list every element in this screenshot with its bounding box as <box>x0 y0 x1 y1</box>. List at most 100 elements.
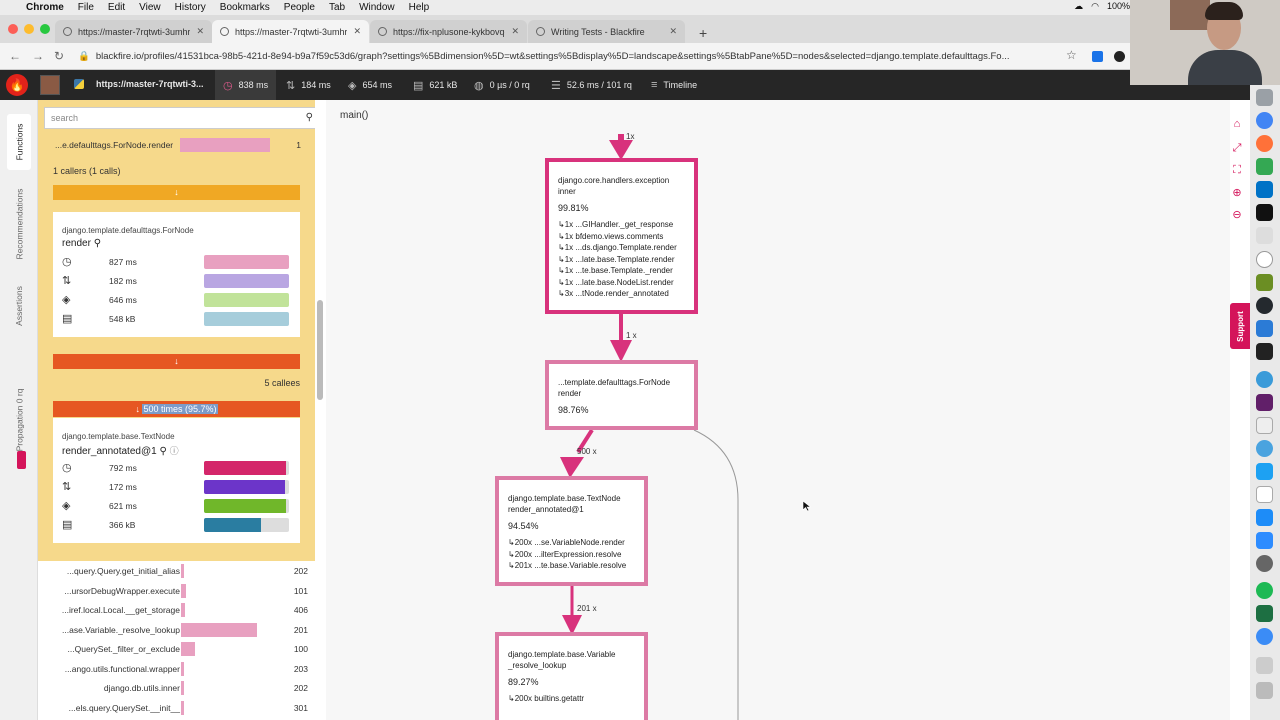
cloud-icon[interactable]: ☁ <box>1074 1 1083 12</box>
home-icon[interactable]: ⌂ <box>1230 118 1244 130</box>
slack-app-icon[interactable] <box>1256 394 1273 411</box>
caller-card[interactable]: django.template.defaulttags.ForNode rend… <box>53 212 300 337</box>
app-icon[interactable] <box>1256 274 1273 291</box>
app-icon[interactable] <box>1256 204 1273 221</box>
callee-card[interactable]: django.template.base.TextNode render_ann… <box>53 418 300 543</box>
graph-node[interactable]: django.template.base.Variable _resolve_l… <box>495 632 648 720</box>
graph-node-selected[interactable]: ...template.defaulttags.ForNode render 9… <box>545 360 698 430</box>
browser-tab[interactable]: Writing Tests - Blackfire ✕ <box>528 20 685 43</box>
outlook-app-icon[interactable] <box>1256 181 1273 198</box>
url-field[interactable]: 🔒 blackfire.io/profiles/41531bca-98b5-42… <box>78 47 1088 66</box>
search-icon[interactable]: ⚲ <box>94 238 101 249</box>
close-tab-icon[interactable]: ✕ <box>353 26 361 37</box>
selected-function-row[interactable]: ...e.defaulttags.ForNode.render 1 <box>44 137 315 153</box>
callee-function[interactable]: render_annotated@1 ⚲ ⓘ <box>62 444 179 457</box>
minimize-window-button[interactable] <box>24 24 34 34</box>
caller-function[interactable]: render ⚲ <box>62 238 101 249</box>
menu-history[interactable]: History <box>175 2 206 13</box>
info-icon[interactable]: ⓘ <box>170 446 179 456</box>
function-row[interactable]: ...QuerySet._filter_or_exclude 100 <box>38 641 308 658</box>
function-row[interactable]: ...ursorDebugWrapper.execute 101 <box>38 583 308 600</box>
finder-app-icon[interactable] <box>1256 89 1273 106</box>
menu-file[interactable]: File <box>78 2 94 13</box>
terminal-app-icon[interactable] <box>1256 343 1273 360</box>
tab-functions[interactable]: Functions <box>7 114 31 170</box>
metric-wall-time[interactable]: ◷ 838 ms <box>215 70 277 100</box>
menu-people[interactable]: People <box>284 2 315 13</box>
menu-app[interactable]: Chrome <box>26 2 64 13</box>
browser-tab-active[interactable]: https://master-7rqtwti-3umhr ✕ <box>212 20 369 43</box>
menu-tab[interactable]: Tab <box>329 2 345 13</box>
tab-assertions[interactable]: Assertions <box>7 278 31 334</box>
search-icon[interactable]: ⚲ <box>306 112 313 123</box>
function-row[interactable]: ...ase.Variable._resolve_lookup 201 <box>38 622 308 639</box>
metric-memory[interactable]: ▤ 621 kB <box>405 70 465 100</box>
app-icon[interactable] <box>1256 251 1273 268</box>
function-row[interactable]: ...iref.local.Local.__get_storage 406 <box>38 602 308 619</box>
zoom-out-icon[interactable]: ⊖ <box>1230 208 1244 221</box>
zoom-window-button[interactable] <box>40 24 50 34</box>
caller-arrow[interactable]: ↓ <box>53 185 300 200</box>
avatar[interactable] <box>40 75 60 95</box>
close-tab-icon[interactable]: ✕ <box>196 26 204 37</box>
new-tab-icon[interactable]: + <box>699 25 707 41</box>
forward-icon[interactable]: → <box>32 49 44 63</box>
search-icon[interactable]: ⚲ <box>159 446 166 457</box>
extension-icon[interactable] <box>1114 51 1125 62</box>
close-tab-icon[interactable]: ✕ <box>511 26 519 37</box>
metric-network[interactable]: ◍ 0 µs / 0 rq <box>466 70 538 100</box>
back-icon[interactable]: ← <box>9 49 21 63</box>
spotify-app-icon[interactable] <box>1256 582 1273 599</box>
zoom-app-icon[interactable] <box>1256 532 1273 549</box>
github-app-icon[interactable] <box>1256 297 1273 314</box>
bookmark-star-icon[interactable]: ☆ <box>1066 48 1077 62</box>
close-window-button[interactable] <box>8 24 18 34</box>
browser-tab[interactable]: https://master-7rqtwti-3umhr ✕ <box>55 20 212 43</box>
zoom-in-icon[interactable]: ⊕ <box>1230 186 1244 199</box>
call-graph[interactable]: main() 1x django.core.handlers.exception… <box>326 100 1230 720</box>
search-input[interactable]: search ⚲ <box>44 107 315 129</box>
reload-icon[interactable]: ↻ <box>54 49 64 63</box>
app-icon[interactable] <box>1256 417 1273 434</box>
app-icon[interactable] <box>1256 555 1273 572</box>
support-button[interactable]: Support <box>1230 303 1250 349</box>
function-row[interactable]: ...els.query.QuerySet.__init__ 301 <box>38 700 308 717</box>
metric-cpu[interactable]: ◈ 654 ms <box>340 70 400 100</box>
vscode-app-icon[interactable] <box>1256 320 1273 337</box>
menu-edit[interactable]: Edit <box>108 2 125 13</box>
graph-node[interactable]: django.core.handlers.exception inner 99.… <box>545 158 698 314</box>
function-row[interactable]: django.db.utils.inner 202 <box>38 680 308 697</box>
twitter-app-icon[interactable] <box>1256 463 1273 480</box>
function-row[interactable]: ...query.Query.get_initial_alias 202 <box>38 563 308 580</box>
menu-help[interactable]: Help <box>409 2 430 13</box>
menu-window[interactable]: Window <box>359 2 395 13</box>
app-icon[interactable] <box>1256 158 1273 175</box>
profile-title[interactable]: https://master-7rqtwti-3... <box>96 79 204 89</box>
metric-io[interactable]: ⇅ 184 ms <box>278 70 339 100</box>
expand-icon[interactable]: ⤢ <box>1230 142 1244 155</box>
browser-tab[interactable]: https://fix-nplusone-kykbovq- ✕ <box>370 20 527 43</box>
wifi-icon[interactable]: ◠ <box>1091 1 1099 12</box>
battery-level[interactable]: 100% <box>1107 1 1130 12</box>
tab-recommendations[interactable]: Recommendations <box>7 178 31 270</box>
firefox-app-icon[interactable] <box>1256 135 1273 152</box>
excel-app-icon[interactable] <box>1256 605 1273 622</box>
graph-node[interactable]: django.template.base.TextNode render_ann… <box>495 476 648 586</box>
trash-icon[interactable] <box>1256 682 1273 699</box>
calendar-app-icon[interactable] <box>1256 486 1273 503</box>
app-store-icon[interactable] <box>1256 509 1273 526</box>
callee-times-bar[interactable]: ↓ 500 times (95.7%) <box>53 401 300 417</box>
skype-app-icon[interactable] <box>1256 371 1273 388</box>
tab-propagation[interactable]: Propagation 0 rq <box>7 372 31 468</box>
fit-icon[interactable]: ⛶ <box>1230 164 1244 177</box>
extension-icon[interactable] <box>1092 51 1103 62</box>
timeline-link[interactable]: ≡ Timeline <box>643 70 705 100</box>
chat-app-icon[interactable] <box>1256 440 1273 457</box>
chrome-app-icon[interactable] <box>1256 112 1273 129</box>
blackfire-logo-icon[interactable]: 🔥 <box>6 74 28 96</box>
menu-bookmarks[interactable]: Bookmarks <box>220 2 270 13</box>
app-icon[interactable] <box>1256 628 1273 645</box>
metric-sql[interactable]: ☰ 52.6 ms / 101 rq <box>543 70 640 100</box>
app-icon[interactable] <box>1256 227 1273 244</box>
app-icon[interactable] <box>1256 657 1273 674</box>
